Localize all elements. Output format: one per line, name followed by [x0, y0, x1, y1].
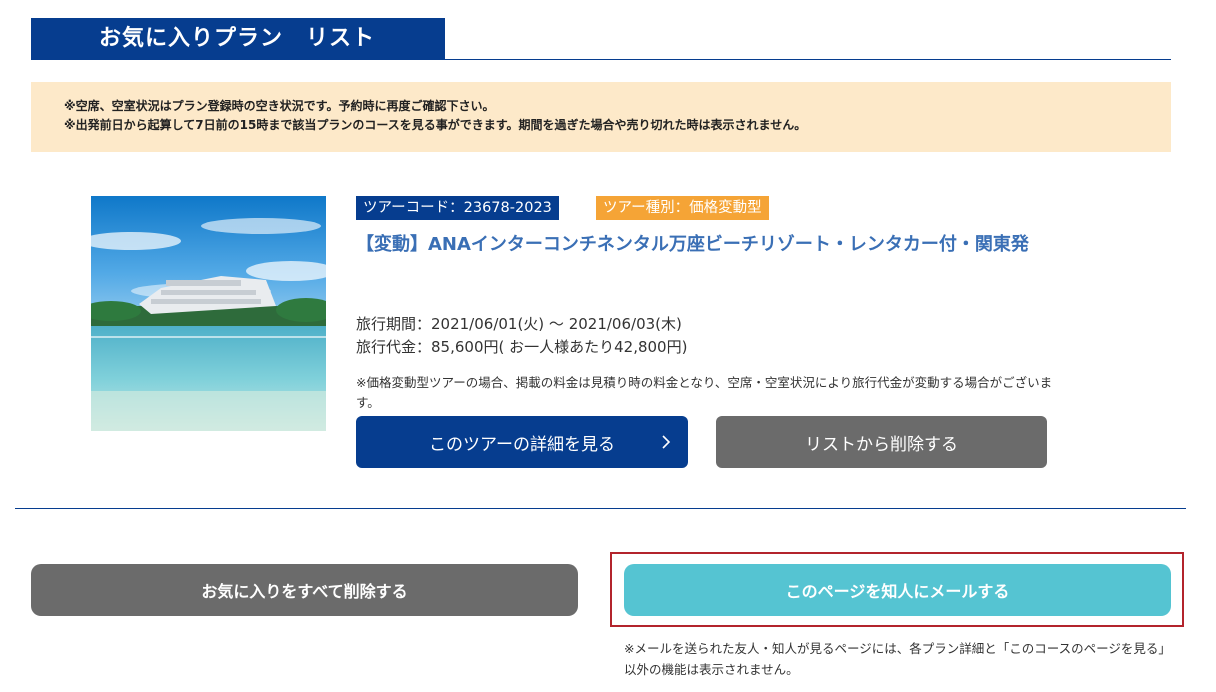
- tour-code-badge: ツアーコード：23678-2023: [356, 196, 559, 220]
- tour-detail-button-label: このツアーの詳細を見る: [429, 434, 615, 455]
- remove-from-list-button[interactable]: リストから削除する: [716, 416, 1047, 468]
- notice-box: ※空席、空室状況はプラン登録時の空き状況です。予約時に再度ご確認下さい。 ※出発…: [31, 82, 1171, 152]
- plan-photo: [91, 196, 326, 431]
- remove-from-list-label: リストから削除する: [805, 434, 958, 455]
- tour-detail-button[interactable]: このツアーの詳細を見る: [356, 416, 688, 468]
- tour-type-badge: ツアー種別：価格変動型: [596, 196, 769, 220]
- remove-all-favorites-button[interactable]: お気に入りをすべて削除する: [31, 564, 578, 616]
- plan-title[interactable]: 【変動】ANAインターコンチネンタル万座ビーチリゾート・レンタカー付・関東発: [356, 231, 1056, 259]
- mail-page-button[interactable]: このページを知人にメールする: [624, 564, 1171, 616]
- travel-period: 旅行期間：2021/06/01(火) 〜 2021/06/03(木): [356, 315, 682, 333]
- header-divider: [31, 59, 1171, 60]
- chevron-right-icon: [656, 432, 676, 452]
- price-note: ※価格変動型ツアーの場合、掲載の料金は見積り時の料金となり、空席・空室状況により…: [356, 375, 1053, 410]
- section-divider: [15, 508, 1186, 509]
- mail-page-label: このページを知人にメールする: [785, 582, 1010, 601]
- notice-line-1: ※空席、空室状況はプラン登録時の空き状況です。予約時に再度ご確認下さい。: [64, 99, 495, 113]
- remove-all-favorites-label: お気に入りをすべて削除する: [201, 582, 408, 601]
- page-title: お気に入りプラン リスト: [31, 18, 445, 60]
- notice-line-2: ※出発前日から起算して7日前の15時まで該当プランのコースを見る事ができます。期…: [64, 118, 807, 132]
- mail-note: ※メールを送られた友人・知人が見るページには、各プラン詳細と「このコースのページ…: [624, 641, 1171, 677]
- travel-price: 旅行代金：85,600円( お一人様あたり42,800円): [356, 338, 688, 356]
